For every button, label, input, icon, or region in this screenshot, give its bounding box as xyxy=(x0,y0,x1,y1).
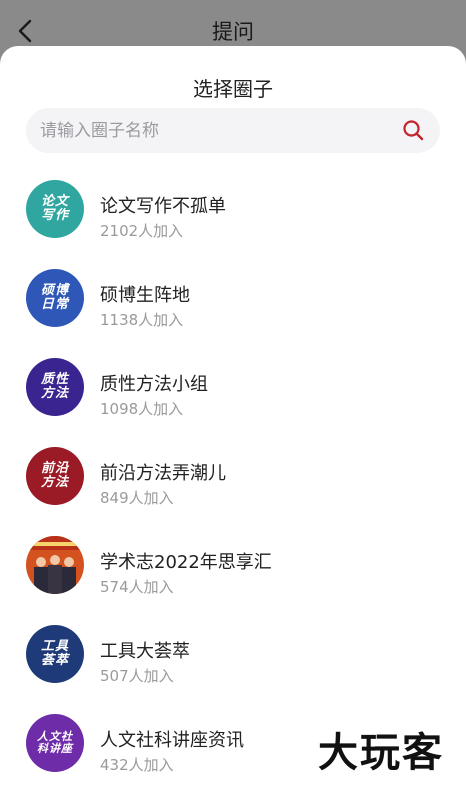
circle-name: 论文写作不孤单 xyxy=(100,196,226,217)
list-item[interactable]: 工具荟萃 工具大荟萃 507人加入 xyxy=(0,623,466,695)
circle-name: 前沿方法弄潮儿 xyxy=(100,463,226,484)
member-count: 2102人加入 xyxy=(100,222,184,240)
member-count: 574人加入 xyxy=(100,578,174,596)
circle-picker-sheet: 选择圈子 论文写作 论文写作不孤单 2102人加入 硕博日常 硕博生阵地 113… xyxy=(0,46,466,800)
avatar: 论文写作 xyxy=(26,180,84,238)
member-count: 1098人加入 xyxy=(100,400,184,418)
circle-name: 人文社科讲座资讯 xyxy=(100,730,244,751)
member-count: 432人加入 xyxy=(100,756,174,774)
list-item[interactable]: 学术志2022年思享汇 574人加入 xyxy=(0,534,466,606)
watermark-logo: 大玩客 xyxy=(318,730,444,776)
avatar: 硕博日常 xyxy=(26,269,84,327)
list-item[interactable]: 论文写作 论文写作不孤单 2102人加入 xyxy=(0,178,466,250)
page-title: 提问 xyxy=(212,20,254,44)
circle-name: 质性方法小组 xyxy=(100,374,208,395)
avatar-label: 论文写作 xyxy=(40,194,69,223)
avatar-label: 人文社科讲座 xyxy=(37,730,73,755)
avatar: 质性方法 xyxy=(26,358,84,416)
member-count: 1138人加入 xyxy=(100,311,184,329)
member-count: 507人加入 xyxy=(100,667,174,685)
circle-name: 工具大荟萃 xyxy=(100,641,190,662)
search-bar xyxy=(26,108,440,153)
avatar: 工具荟萃 xyxy=(26,625,84,683)
circle-name: 学术志2022年思享汇 xyxy=(100,552,272,573)
member-count: 849人加入 xyxy=(100,489,174,507)
avatar-label: 工具荟萃 xyxy=(40,639,69,668)
search-input[interactable] xyxy=(40,108,380,153)
circle-name: 硕博生阵地 xyxy=(100,285,190,306)
avatar-photo xyxy=(26,536,84,594)
avatar-label: 硕博日常 xyxy=(40,283,69,312)
sheet-title: 选择圈子 xyxy=(193,77,273,101)
list-item[interactable]: 质性方法 质性方法小组 1098人加入 xyxy=(0,356,466,428)
avatar-label: 前沿方法 xyxy=(40,461,69,490)
list-item[interactable]: 前沿方法 前沿方法弄潮儿 849人加入 xyxy=(0,445,466,517)
group-photo-image xyxy=(26,536,84,594)
avatar: 前沿方法 xyxy=(26,447,84,505)
list-item[interactable]: 硕博日常 硕博生阵地 1138人加入 xyxy=(0,267,466,339)
search-icon[interactable] xyxy=(402,119,424,141)
avatar-label: 质性方法 xyxy=(40,372,69,401)
avatar: 人文社科讲座 xyxy=(26,714,84,772)
